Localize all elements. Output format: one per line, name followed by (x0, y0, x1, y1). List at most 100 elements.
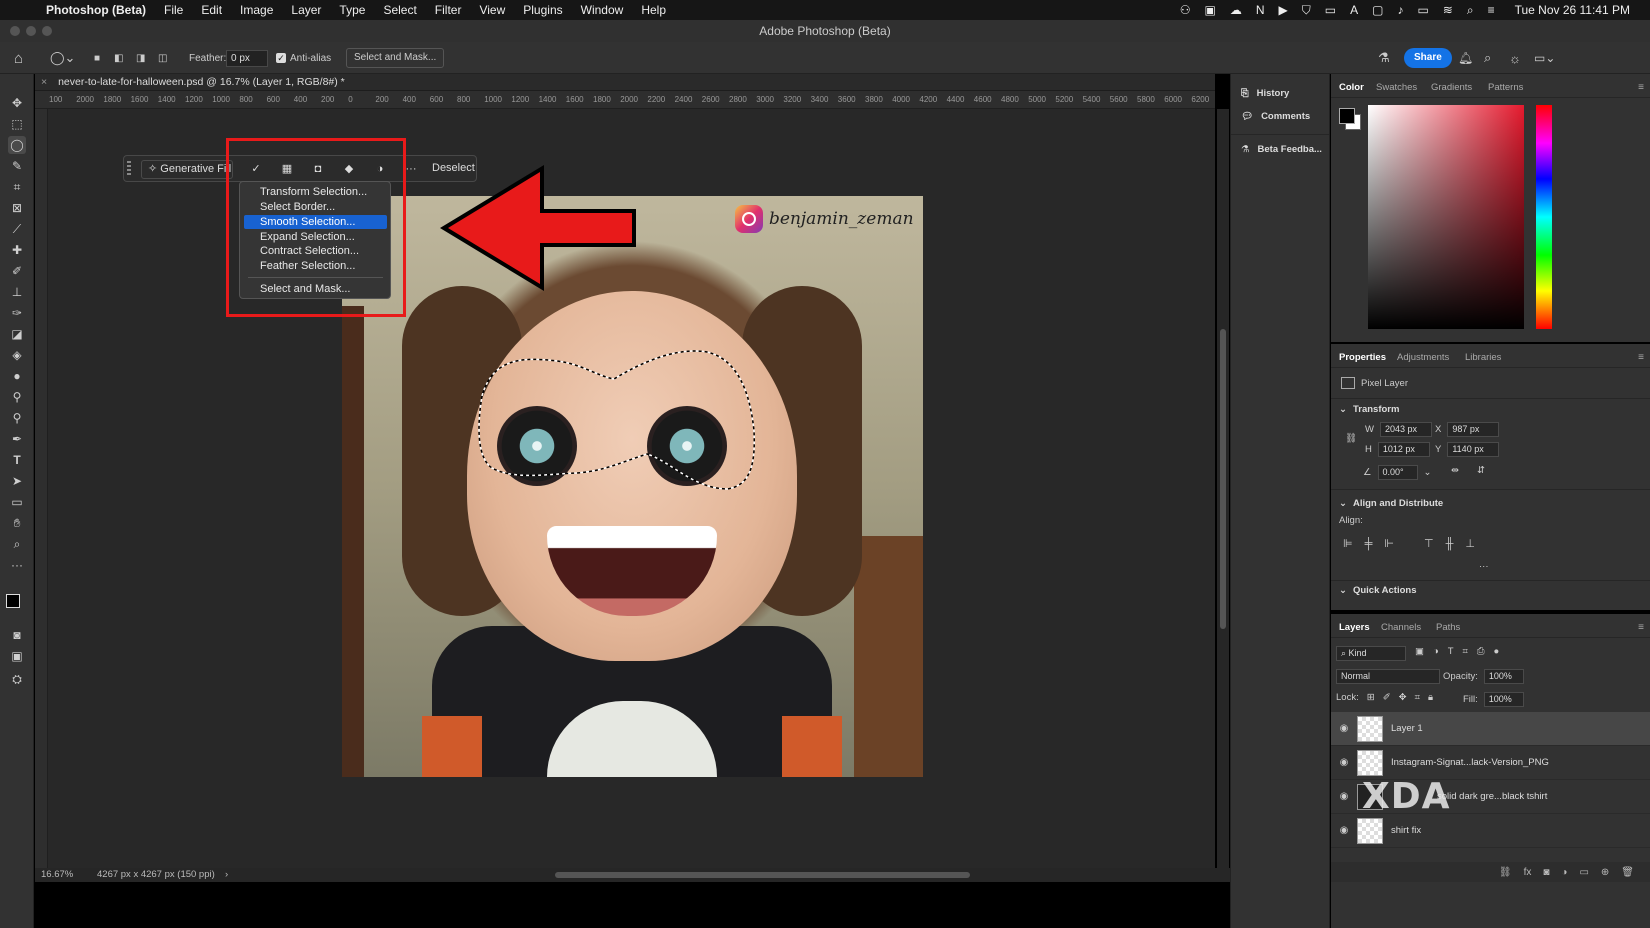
panel-menu-icon[interactable]: ≡ (1638, 622, 1644, 633)
lock-artboard-icon[interactable]: ⌗ (1415, 692, 1420, 703)
chevron-down-icon[interactable]: ⌄ (1339, 585, 1347, 596)
color-picker-field[interactable] (1368, 105, 1524, 329)
zoom-tool-icon[interactable]: ⌕ (8, 535, 26, 553)
pen-tool-icon[interactable]: ✒ (8, 430, 26, 448)
menu-file[interactable]: File (164, 3, 183, 17)
lock-pixels-icon[interactable]: ✐ (1383, 692, 1391, 703)
align-middle-icon[interactable]: ╫ (1446, 538, 1454, 550)
zoom-small-tool-icon[interactable]: ⚲ (8, 409, 26, 427)
volume-icon[interactable]: ♪ (1397, 3, 1403, 17)
panel-menu-icon[interactable]: ≡ (1638, 352, 1644, 363)
add-mask-icon[interactable]: ◙ (1543, 867, 1549, 878)
visibility-eye-icon[interactable]: ◉ (1331, 757, 1357, 768)
search-icon[interactable]: ⌕ (1484, 42, 1491, 74)
control-center-icon[interactable]: ≡ (1488, 3, 1495, 17)
filter-toggle-icon[interactable]: ● (1494, 646, 1500, 657)
align-bottom-icon[interactable]: ⊥ (1465, 537, 1475, 550)
chevron-down-icon[interactable]: ⌄ (1424, 467, 1432, 478)
zoom-level[interactable]: 16.67% (41, 869, 73, 880)
frame-tool-icon[interactable]: ⊠ (8, 199, 26, 217)
tab-properties[interactable]: Properties (1339, 352, 1386, 363)
blend-mode-select[interactable]: Normal (1336, 669, 1440, 684)
adjustment-icon[interactable]: ◑ (1561, 867, 1567, 878)
canvas-vertical-scrollbar[interactable] (1217, 109, 1229, 868)
link-layers-icon[interactable]: ⛓ (1499, 867, 1512, 878)
lock-position-icon[interactable]: ✥ (1399, 692, 1407, 703)
healing-brush-tool-icon[interactable]: ✚ (8, 241, 26, 259)
x-input[interactable]: 987 px (1447, 422, 1500, 437)
antialias-checkbox[interactable]: ✓ (276, 53, 286, 63)
filter-pixel-icon[interactable]: ▣ (1415, 646, 1424, 657)
wifi-icon[interactable]: ≋ (1443, 3, 1453, 17)
screen-icon[interactable]: ▢ (1372, 3, 1383, 17)
height-input[interactable]: 1012 px (1377, 442, 1430, 457)
flip-vertical-icon[interactable]: ⇵ (1477, 465, 1485, 476)
dodge-tool-icon[interactable]: ⚲ (8, 388, 26, 406)
cloud-icon[interactable]: ☁ (1230, 3, 1242, 17)
width-input[interactable]: 2043 px (1379, 422, 1432, 437)
fill-input[interactable]: 100% (1483, 692, 1524, 707)
menu-layer[interactable]: Layer (291, 3, 321, 17)
more-align-button[interactable]: ··· (1479, 561, 1489, 572)
move-tool-icon[interactable]: ✥ (8, 94, 26, 112)
path-selection-tool-icon[interactable]: ➤ (8, 472, 26, 490)
foreground-color-swatch[interactable] (6, 594, 20, 608)
close-tab-icon[interactable]: × (41, 76, 47, 88)
align-left-icon[interactable]: ⊫ (1343, 537, 1353, 550)
opacity-input[interactable]: 100% (1483, 669, 1524, 684)
filter-smart-icon[interactable]: ⎙ (1477, 646, 1485, 657)
comments-panel-button[interactable]: 💬︎ Comments (1241, 111, 1310, 122)
tab-swatches[interactable]: Swatches (1376, 82, 1417, 93)
lock-transparency-icon[interactable]: ⊞ (1367, 692, 1375, 703)
eyedropper-tool-icon[interactable]: ⟋ (8, 220, 26, 238)
grip-handle[interactable] (127, 161, 131, 177)
history-panel-button[interactable]: ⎘ History (1241, 88, 1289, 99)
visibility-eye-icon[interactable]: ◉ (1331, 825, 1357, 836)
layer-name[interactable]: shirt fix (1391, 825, 1421, 836)
lasso-tool-preset-icon[interactable]: ◯⌄ (50, 42, 75, 74)
layer-name[interactable]: Instagram-Signat...lack-Version_PNG (1391, 757, 1549, 768)
status-chevron-icon[interactable]: › (225, 869, 228, 880)
document-tab[interactable]: × never-to-late-for-halloween.psd @ 16.7… (35, 74, 1215, 91)
scrollbar-thumb[interactable] (1220, 329, 1226, 629)
menu-type[interactable]: Type (339, 3, 365, 17)
type-tool-icon[interactable]: T (8, 451, 26, 469)
align-center-icon[interactable]: ╪ (1365, 538, 1373, 550)
tab-color[interactable]: Color (1339, 82, 1364, 93)
workspace-icon[interactable]: ▭⌄ (1534, 42, 1555, 74)
share-workspace-icon[interactable]: ⛭ (8, 670, 26, 688)
brush-tool-icon[interactable]: ✐ (8, 262, 26, 280)
y-input[interactable]: 1140 px (1447, 442, 1500, 457)
battery-icon[interactable]: ▭ (1417, 3, 1428, 17)
menu-edit[interactable]: Edit (201, 3, 222, 17)
quick-mask-icon[interactable]: ◙ (8, 626, 26, 644)
close-window-button[interactable] (10, 26, 20, 36)
clone-stamp-tool-icon[interactable]: ⊥ (8, 283, 26, 301)
discover-icon[interactable]: ☼ (1509, 42, 1521, 74)
canvas-horizontal-scrollbar[interactable] (555, 872, 970, 878)
marquee-tool-icon[interactable]: ⬚ (8, 115, 26, 133)
menu-image[interactable]: Image (240, 3, 273, 17)
trash-icon[interactable]: 🗑︎ (1621, 867, 1634, 878)
spotlight-icon[interactable]: ⌕ (1467, 3, 1474, 18)
people-icon[interactable]: ⚇ (1180, 3, 1191, 17)
chevron-down-icon[interactable]: ⌄ (1339, 498, 1347, 509)
menu-filter[interactable]: Filter (435, 3, 462, 17)
generative-fill-button[interactable]: ✧ Generative Fill (141, 160, 233, 179)
layer-row[interactable]: ◉ Layer 1 (1331, 712, 1650, 746)
shield-icon[interactable]: ⛉ (1302, 3, 1311, 18)
align-right-icon[interactable]: ⊩ (1384, 537, 1394, 550)
home-icon[interactable]: ⌂ (14, 42, 23, 74)
rectangle-tool-icon[interactable]: ▭ (8, 493, 26, 511)
select-and-mask-button[interactable]: Select and Mask... (346, 48, 445, 68)
panel-menu-icon[interactable]: ≡ (1638, 82, 1644, 93)
foreground-swatch[interactable] (1339, 108, 1355, 124)
group-icon[interactable]: ▭ (1579, 867, 1588, 878)
menu-help[interactable]: Help (641, 3, 666, 17)
clock[interactable]: Tue Nov 26 11:41 PM (1515, 3, 1630, 17)
app-menu[interactable]: Photoshop (Beta) (46, 3, 146, 17)
adobe-icon[interactable]: A (1350, 3, 1358, 17)
flip-horizontal-icon[interactable]: ⇹ (1451, 465, 1459, 476)
visibility-eye-icon[interactable]: ◉ (1331, 723, 1357, 734)
align-header[interactable]: Align and Distribute (1353, 498, 1443, 509)
